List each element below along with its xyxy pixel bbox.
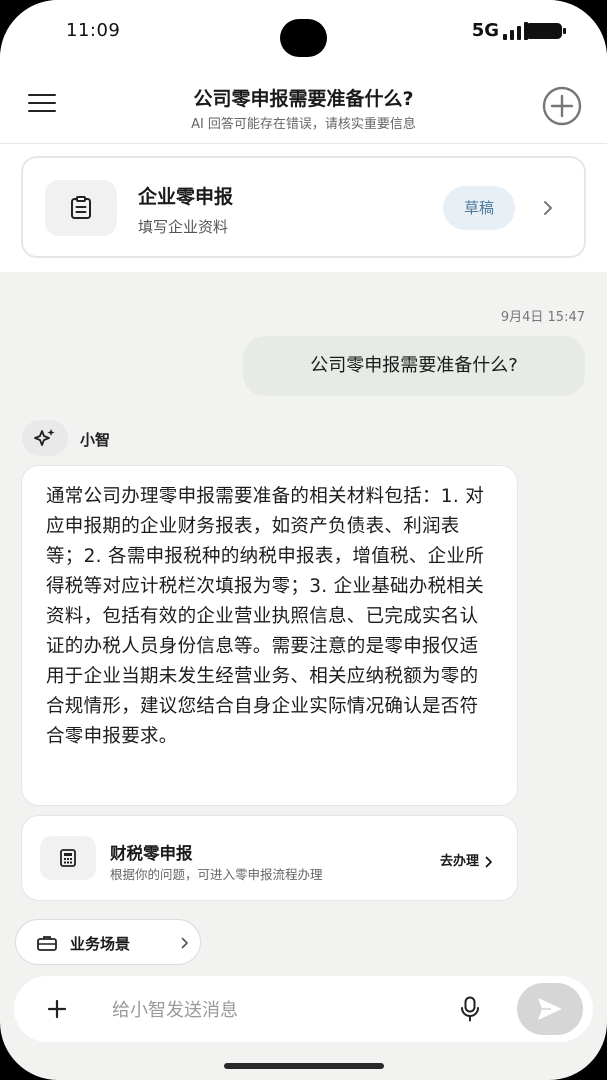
message-timestamp: 9月4日 15:47	[500, 310, 585, 325]
message-input-bar	[14, 976, 593, 1042]
go-handle-button[interactable]: 去办理	[440, 850, 493, 869]
ai-disclaimer: AI 回答可能存在错误，请核实重要信息	[191, 117, 416, 132]
user-message-bubble: 公司零申报需要准备什么?	[243, 336, 585, 396]
chevron-right-icon	[181, 937, 188, 949]
microphone-icon[interactable]	[460, 996, 480, 1022]
status-bar: 11:09 5G	[0, 0, 607, 64]
chevron-right-icon	[544, 201, 552, 215]
send-button[interactable]	[517, 983, 583, 1035]
service-card[interactable]: 财税零申报 根据你的问题，可进入零申报流程办理 去办理	[21, 815, 518, 901]
service-card-description: 根据你的问题，可进入零申报流程办理	[110, 867, 323, 882]
draft-card-subtitle: 填写企业资料	[138, 218, 229, 236]
page-title: 公司零申报需要准备什么?	[193, 88, 414, 110]
draft-task-card[interactable]: 企业零申报 填写企业资料 草稿	[21, 156, 586, 258]
chat-header: 公司零申报需要准备什么? AI 回答可能存在错误，请核实重要信息	[0, 64, 607, 144]
chevron-right-icon	[485, 856, 492, 867]
draft-card-band: 企业零申报 填写企业资料 草稿	[0, 144, 607, 272]
go-handle-label: 去办理	[439, 854, 479, 869]
draft-status-badge: 草稿	[443, 186, 515, 230]
calculator-icon-box	[40, 836, 96, 880]
battery-icon	[525, 23, 566, 39]
message-input[interactable]	[112, 996, 432, 1024]
bot-avatar	[22, 420, 68, 456]
draft-card-title: 企业零申报	[138, 186, 234, 208]
phone-screen: 11:09 5G 公司零申报需要准备什么? AI 回答可能存在错误，请核实重要信…	[0, 0, 607, 1080]
clipboard-icon	[71, 196, 91, 219]
home-indicator	[224, 1063, 384, 1069]
plus-icon[interactable]	[47, 999, 67, 1019]
clipboard-icon-box	[45, 180, 117, 236]
dynamic-island	[280, 19, 327, 57]
calculator-icon	[60, 849, 76, 867]
briefcase-icon	[37, 936, 57, 951]
business-scene-chip[interactable]: 业务场景	[15, 919, 201, 965]
status-time: 11:09	[66, 20, 121, 41]
sparkle-icon	[34, 429, 55, 446]
bot-answer-bubble: 通常公司办理零申报需要准备的相关材料包括：1. 对应申报期的企业财务报表，如资产…	[21, 465, 518, 806]
send-icon	[538, 998, 562, 1020]
business-scene-label: 业务场景	[70, 935, 131, 953]
network-label: 5G	[471, 20, 499, 41]
bot-name: 小智	[80, 431, 111, 449]
service-card-title: 财税零申报	[110, 844, 193, 863]
new-chat-button[interactable]	[542, 86, 582, 126]
